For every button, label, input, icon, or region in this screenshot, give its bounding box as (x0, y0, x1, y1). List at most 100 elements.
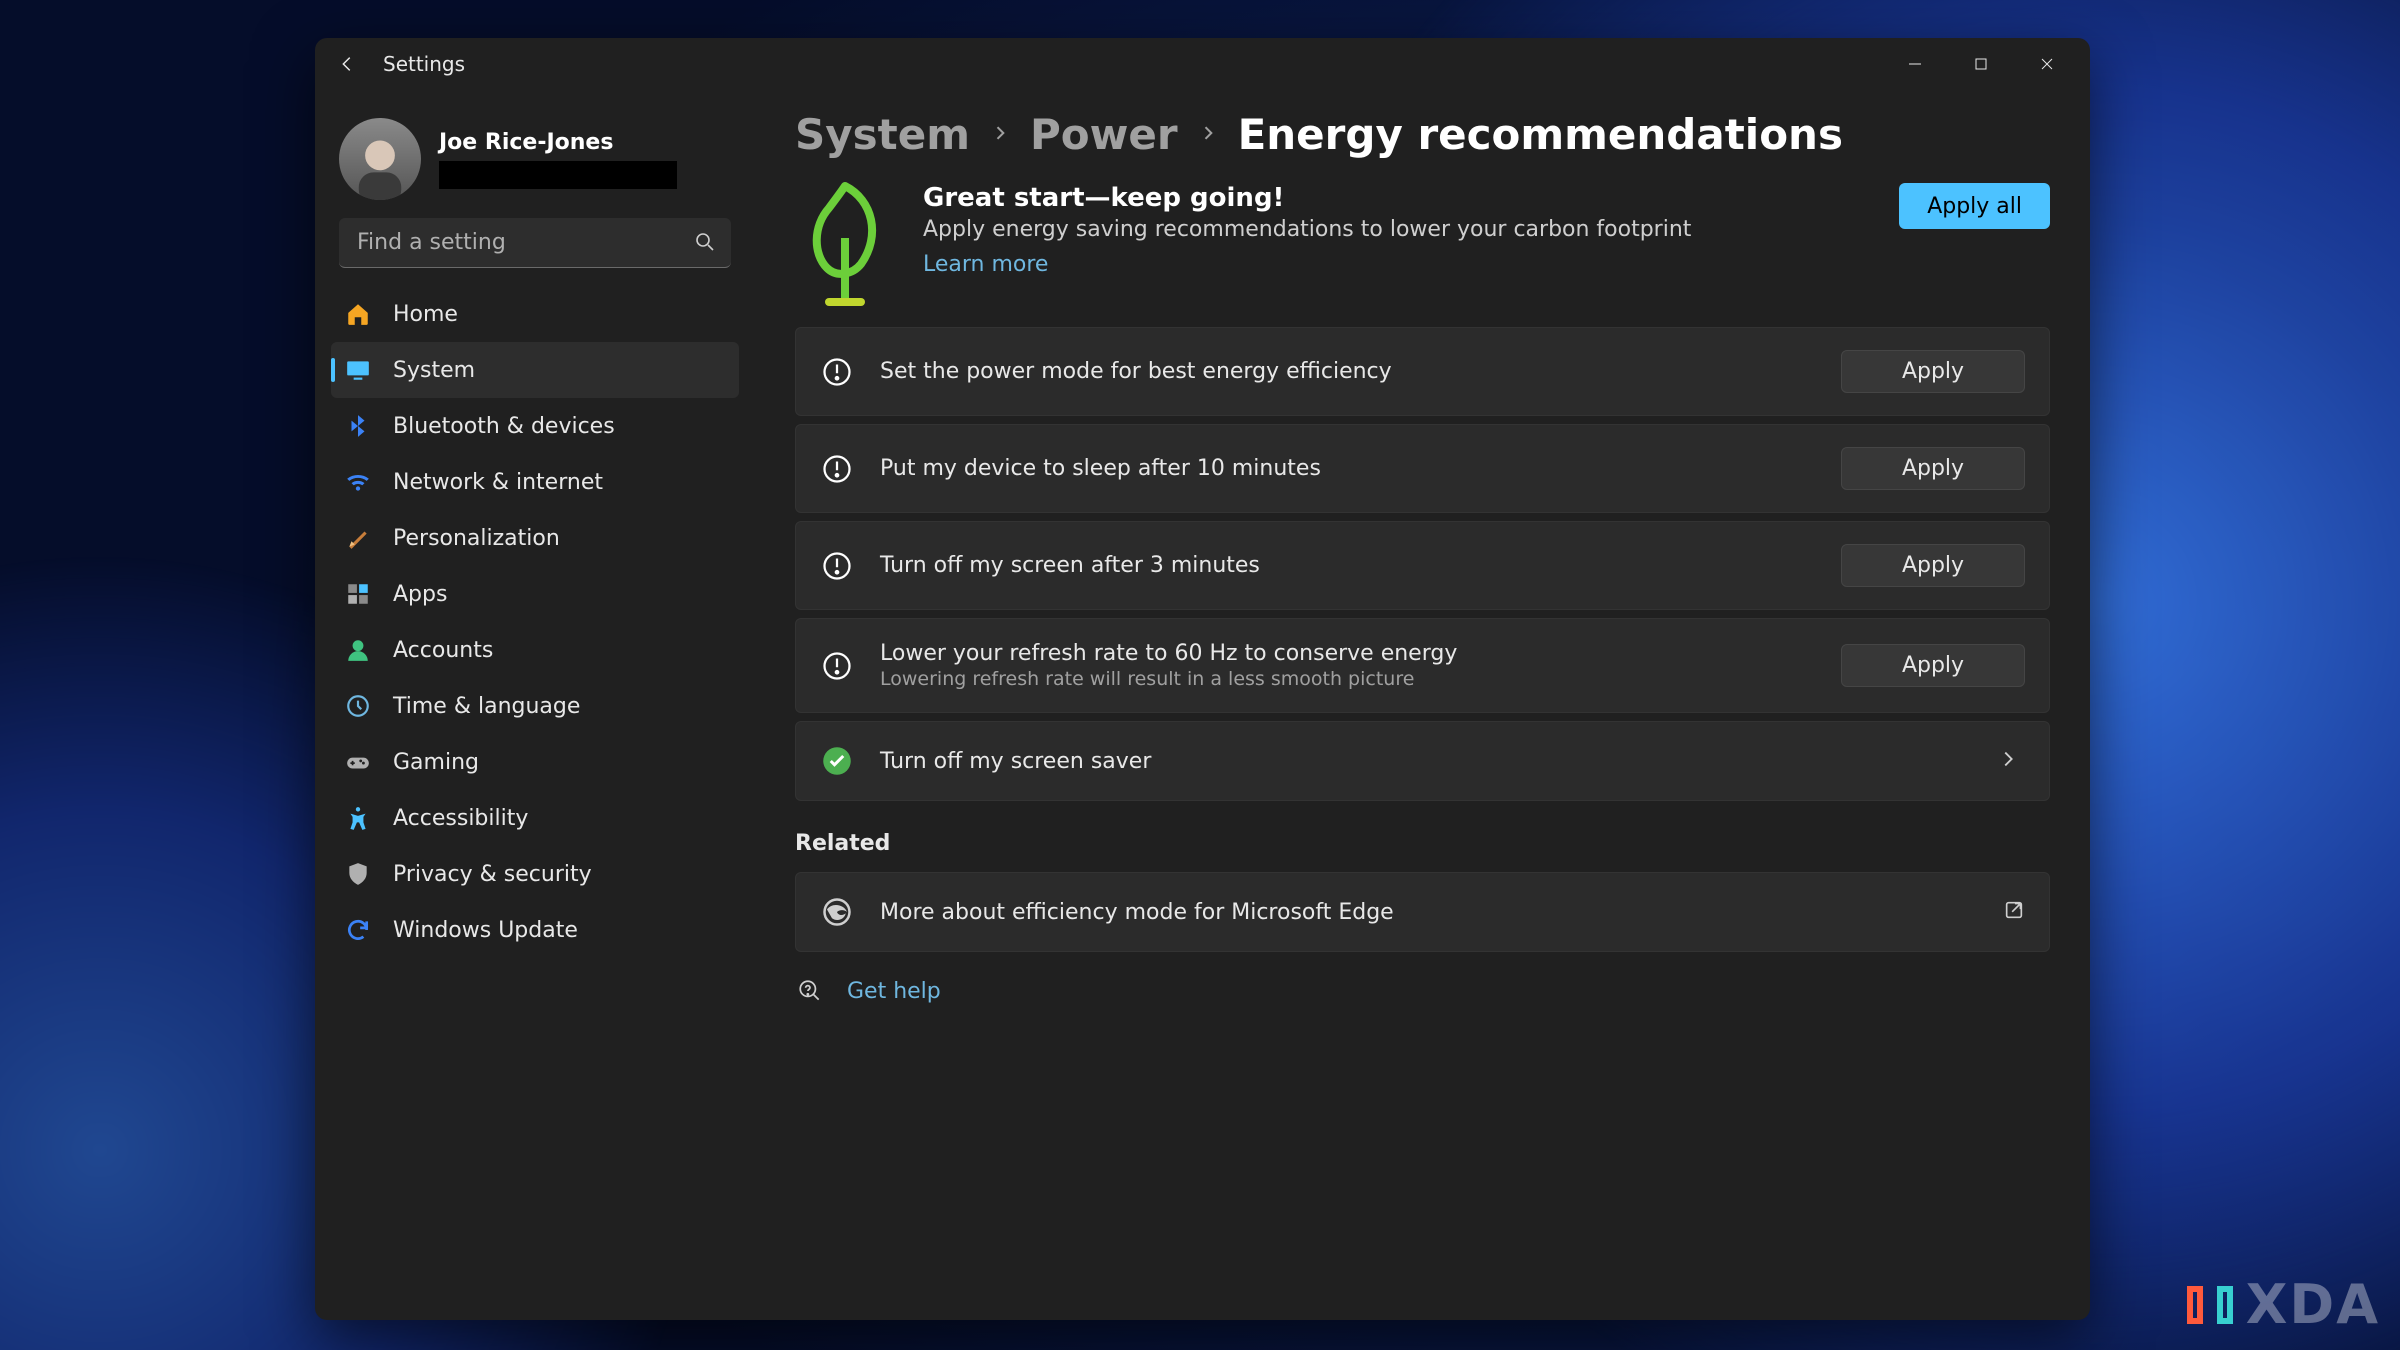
sidebar-item-label: Apps (393, 582, 447, 607)
sidebar-item-label: Time & language (393, 694, 580, 719)
avatar (339, 118, 421, 200)
search-input[interactable] (339, 218, 731, 268)
sidebar-item-wifi[interactable]: Network & internet (331, 454, 739, 510)
learn-more-link[interactable]: Learn more (923, 252, 1871, 277)
user-email-redacted (439, 161, 677, 189)
apply-all-button[interactable]: Apply all (1899, 183, 2050, 229)
wifi-icon (345, 469, 371, 495)
window-title: Settings (383, 52, 465, 76)
recommendation-card: Put my device to sleep after 10 minutes A… (795, 424, 2050, 513)
xda-logo-icon (2182, 1277, 2238, 1333)
sidebar-item-personal[interactable]: Personalization (331, 510, 739, 566)
card-title: Turn off my screen after 3 minutes (880, 553, 1815, 578)
hero-subtitle: Apply energy saving recommendations to l… (923, 217, 1871, 242)
related-heading: Related (795, 831, 2050, 856)
sidebar-item-access[interactable]: Accessibility (331, 790, 739, 846)
sidebar-item-accounts[interactable]: Accounts (331, 622, 739, 678)
sidebar-item-label: Windows Update (393, 918, 578, 943)
help-icon (797, 978, 823, 1004)
recommendation-card: Turn off my screen after 3 minutes Apply (795, 521, 2050, 610)
close-button[interactable] (2014, 38, 2080, 90)
sidebar-item-label: System (393, 358, 475, 383)
breadcrumb-power[interactable]: Power (1030, 110, 1178, 159)
info-circle-icon (820, 452, 854, 486)
external-link-icon (2003, 899, 2025, 925)
sidebar-item-bt[interactable]: Bluetooth & devices (331, 398, 739, 454)
card-title: Put my device to sleep after 10 minutes (880, 456, 1815, 481)
check-circle-icon (820, 744, 854, 778)
close-icon (2039, 56, 2055, 72)
minimize-icon (1907, 56, 1923, 72)
user-name: Joe Rice-Jones (439, 130, 677, 155)
access-icon (345, 805, 371, 831)
apply-button[interactable]: Apply (1841, 447, 2025, 490)
minimize-button[interactable] (1882, 38, 1948, 90)
time-icon (345, 693, 371, 719)
back-button[interactable] (325, 42, 369, 86)
breadcrumb: System Power Energy recommendations (795, 110, 2050, 159)
hero-banner: Great start—keep going! Apply energy sav… (795, 179, 2050, 327)
sidebar-item-time[interactable]: Time & language (331, 678, 739, 734)
xda-watermark: XDA (2182, 1273, 2380, 1336)
apply-button[interactable]: Apply (1841, 544, 2025, 587)
card-title: Set the power mode for best energy effic… (880, 359, 1815, 384)
sidebar-item-label: Bluetooth & devices (393, 414, 615, 439)
back-arrow-icon (336, 53, 358, 75)
sidebar-item-label: Network & internet (393, 470, 603, 495)
sidebar-item-label: Personalization (393, 526, 560, 551)
titlebar: Settings (315, 38, 2090, 90)
info-circle-icon (820, 649, 854, 683)
privacy-icon (345, 861, 371, 887)
recommendation-list: Set the power mode for best energy effic… (795, 327, 2050, 801)
info-circle-icon (820, 549, 854, 583)
search-icon (693, 230, 717, 258)
chevron-right-icon (1991, 748, 2025, 774)
sidebar-item-label: Accessibility (393, 806, 528, 831)
chevron-right-icon (990, 121, 1010, 149)
apply-button[interactable]: Apply (1841, 350, 2025, 393)
apply-button[interactable]: Apply (1841, 644, 2025, 687)
card-title: Turn off my screen saver (880, 749, 1965, 774)
get-help-link[interactable]: Get help (847, 979, 941, 1004)
card-title: More about efficiency mode for Microsoft… (880, 900, 1977, 925)
nav-list: Home System Bluetooth & devices Network & i… (325, 286, 745, 958)
sidebar-item-label: Home (393, 302, 458, 327)
system-icon (345, 357, 371, 383)
xda-watermark-text: XDA (2246, 1273, 2380, 1336)
maximize-button[interactable] (1948, 38, 2014, 90)
related-item[interactable]: More about efficiency mode for Microsoft… (795, 872, 2050, 952)
accounts-icon (345, 637, 371, 663)
recommendation-card[interactable]: Turn off my screen saver (795, 721, 2050, 801)
sidebar-item-label: Privacy & security (393, 862, 592, 887)
related-list: More about efficiency mode for Microsoft… (795, 872, 2050, 952)
card-subtitle: Lowering refresh rate will result in a l… (880, 668, 1815, 690)
hero-title: Great start—keep going! (923, 183, 1871, 213)
home-icon (345, 301, 371, 327)
card-title: Lower your refresh rate to 60 Hz to cons… (880, 641, 1815, 666)
content-area: System Power Energy recommendations (755, 90, 2090, 1320)
settings-window: Settings Joe Rice-Jones (315, 38, 2090, 1320)
sidebar-item-gaming[interactable]: Gaming (331, 734, 739, 790)
sidebar-item-system[interactable]: System (331, 342, 739, 398)
gaming-icon (345, 749, 371, 775)
edge-icon (820, 895, 854, 929)
bt-icon (345, 413, 371, 439)
personal-icon (345, 525, 371, 551)
sidebar-item-apps[interactable]: Apps (331, 566, 739, 622)
sidebar-item-label: Gaming (393, 750, 479, 775)
maximize-icon (1974, 57, 1988, 71)
update-icon (345, 917, 371, 943)
user-account-row[interactable]: Joe Rice-Jones (325, 108, 745, 218)
sidebar-item-label: Accounts (393, 638, 493, 663)
sidebar-item-update[interactable]: Windows Update (331, 902, 739, 958)
breadcrumb-current: Energy recommendations (1238, 110, 1843, 159)
sidebar-item-privacy[interactable]: Privacy & security (331, 846, 739, 902)
sidebar-item-home[interactable]: Home (331, 286, 739, 342)
energy-leaf-icon (795, 183, 895, 303)
chevron-right-icon (1198, 121, 1218, 149)
breadcrumb-system[interactable]: System (795, 110, 970, 159)
recommendation-card: Lower your refresh rate to 60 Hz to cons… (795, 618, 2050, 713)
recommendation-card: Set the power mode for best energy effic… (795, 327, 2050, 416)
apps-icon (345, 581, 371, 607)
sidebar: Joe Rice-Jones Home System Bluetooth & dev… (315, 90, 755, 1320)
